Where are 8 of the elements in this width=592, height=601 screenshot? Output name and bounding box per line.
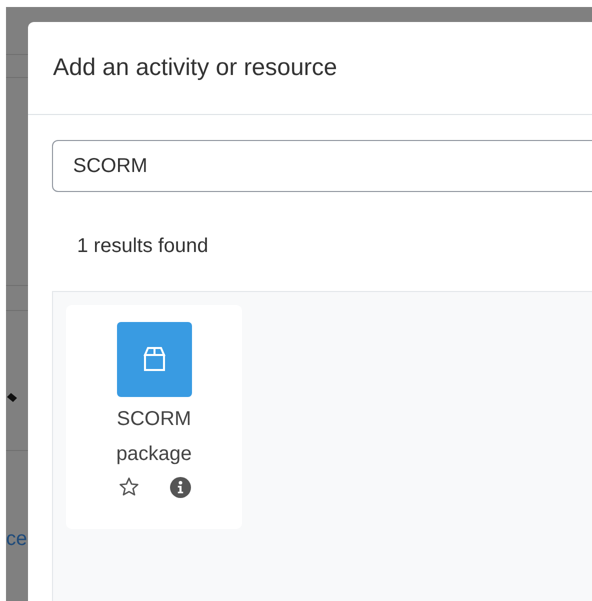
results-count: 1 results found: [77, 234, 210, 258]
star-icon[interactable]: [118, 476, 140, 498]
info-icon[interactable]: [170, 476, 190, 498]
activity-name: SCORM package: [115, 407, 193, 467]
dialog-title: Add an activity or resource: [53, 54, 338, 82]
activity-card[interactable]: SCORM package: [66, 305, 242, 529]
box-icon: [116, 322, 192, 397]
search-field[interactable]: SCORM: [52, 140, 592, 192]
